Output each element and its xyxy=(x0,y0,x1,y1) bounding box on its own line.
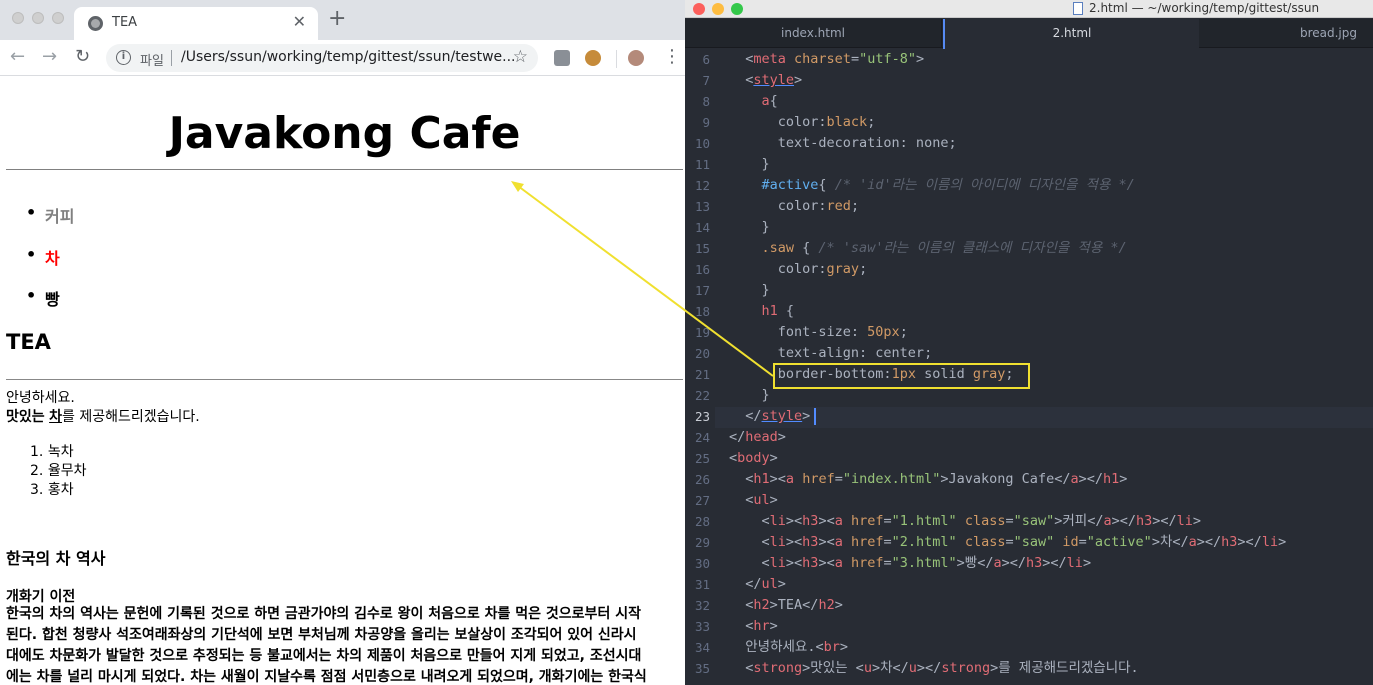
profile-avatar[interactable] xyxy=(628,50,644,66)
editor-zoom-button[interactable] xyxy=(731,3,743,15)
line-number: 29 xyxy=(694,535,710,550)
file-icon xyxy=(1073,2,1083,15)
text-cursor xyxy=(814,408,816,425)
bookmark-star-icon[interactable]: ☆ xyxy=(513,47,528,67)
tea-list-item: 2. 율무차 xyxy=(30,463,87,479)
line-number: 13 xyxy=(694,199,710,214)
section-divider xyxy=(6,379,683,380)
editor-close-button[interactable] xyxy=(693,3,705,15)
cookie-extension-icon[interactable] xyxy=(585,50,601,66)
line-number: 15 xyxy=(694,241,710,256)
line-number: 9 xyxy=(702,115,710,130)
web-page: Javakong Cafe 커피 차 빵 TEA 안녕하세요. 맛있는 차를 제… xyxy=(0,77,685,685)
tab-index-html[interactable]: index.html xyxy=(685,19,942,48)
line-number: 31 xyxy=(694,577,710,592)
omnibox-divider xyxy=(171,50,172,66)
editor-title-bar: 2.html — ~/working/temp/gittest/ssun xyxy=(685,0,1373,18)
address-bar[interactable]: i 파일 /Users/ssun/working/temp/gittest/ss… xyxy=(106,44,538,72)
zoom-window-button[interactable] xyxy=(52,12,64,24)
history-body: 한국의 차의 역사는 문헌에 기록된 것으로 하면 금관가야의 김수로 왕이 처… xyxy=(6,606,647,685)
line-number: 35 xyxy=(694,661,710,676)
line-number: 25 xyxy=(694,451,710,466)
editor-minimize-button[interactable] xyxy=(712,3,724,15)
offer-rest: 를 제공해드리겠습니다. xyxy=(61,409,200,425)
line-number: 18 xyxy=(694,304,710,319)
desktop: TEA ✕ + ← → ↻ i 파일 /Users/ssun/working/t… xyxy=(0,0,1373,685)
line-number: 34 xyxy=(694,640,710,655)
editor-window-title: 2.html — ~/working/temp/gittest/ssun xyxy=(1089,1,1320,15)
history-subtitle: 개화기 이전 xyxy=(6,589,76,605)
minimize-window-button[interactable] xyxy=(32,12,44,24)
offer-underline: 차 xyxy=(49,409,62,425)
history-title: 한국의 차 역사 xyxy=(6,549,106,568)
globe-icon xyxy=(88,16,103,31)
line-number: 7 xyxy=(702,73,710,88)
tea-list-item: 3. 홍차 xyxy=(30,482,74,498)
bread-link[interactable]: 빵 xyxy=(45,286,60,310)
home-link[interactable]: Javakong Cafe xyxy=(169,108,521,159)
section-title: TEA xyxy=(6,330,51,354)
url-text[interactable]: /Users/ssun/working/temp/gittest/ssun/te… xyxy=(181,49,516,65)
line-number: 32 xyxy=(694,598,710,613)
editor-window: 2.html — ~/working/temp/gittest/ssun ind… xyxy=(685,0,1373,685)
line-number: 17 xyxy=(694,283,710,298)
tab-2-html[interactable]: 2.html xyxy=(943,19,1199,49)
line-number: 30 xyxy=(694,556,710,571)
back-button[interactable]: ← xyxy=(10,46,25,67)
line-number: 16 xyxy=(694,262,710,277)
info-icon[interactable]: i xyxy=(116,50,131,65)
browser-tab[interactable]: TEA ✕ xyxy=(74,7,318,40)
line-number: 27 xyxy=(694,493,710,508)
browser-window: TEA ✕ + ← → ↻ i 파일 /Users/ssun/working/t… xyxy=(0,0,685,685)
line-number: 14 xyxy=(694,220,710,235)
line-number: 26 xyxy=(694,472,710,487)
forward-button[interactable]: → xyxy=(42,46,57,67)
page-heading: Javakong Cafe xyxy=(6,109,683,170)
tab-title: TEA xyxy=(112,15,138,30)
line-number-gutter: 6 7 8 9 10 11 12 13 14 15 16 17 18 19 20 21 22 23 24 25 26 27… xyxy=(685,49,715,685)
line-number: 8 xyxy=(702,94,710,109)
tab-bread-jpg[interactable]: bread.jpg xyxy=(1200,19,1373,48)
line-number: 12 xyxy=(694,178,710,193)
line-number: 23 xyxy=(694,409,710,424)
line-number: 6 xyxy=(702,52,710,67)
line-number: 21 xyxy=(694,367,710,382)
line-number: 28 xyxy=(694,514,710,529)
highlighted-code-box xyxy=(773,363,1030,389)
browser-toolbar: ← → ↻ i 파일 /Users/ssun/working/temp/gitt… xyxy=(0,40,685,76)
offer-text: 맛있는 차를 제공해드리겠습니다. xyxy=(6,406,200,426)
tab-close-button[interactable]: ✕ xyxy=(293,12,306,31)
new-tab-button[interactable]: + xyxy=(328,8,346,30)
extension-icon[interactable] xyxy=(554,50,570,66)
line-number: 20 xyxy=(694,346,710,361)
line-number: 11 xyxy=(694,157,710,172)
browser-tab-bar: TEA ✕ + xyxy=(0,0,685,40)
editor-tab-bar: index.html 2.html bread.jpg xyxy=(685,19,1373,49)
reload-button[interactable]: ↻ xyxy=(75,46,90,67)
greeting-text: 안녕하세요. xyxy=(6,390,75,406)
line-number: 19 xyxy=(694,325,710,340)
file-scheme-label: 파일 xyxy=(140,54,164,69)
line-number: 24 xyxy=(694,430,710,445)
tea-list-item: 1. 녹차 xyxy=(30,444,74,460)
line-number: 22 xyxy=(694,388,710,403)
tea-link[interactable]: 차 xyxy=(45,245,60,269)
coffee-link[interactable]: 커피 xyxy=(45,203,74,227)
toolbar-divider xyxy=(616,50,617,68)
line-number: 10 xyxy=(694,136,710,151)
close-window-button[interactable] xyxy=(12,12,24,24)
offer-strong: 맛있는 xyxy=(6,409,45,425)
browser-menu-button[interactable]: ⋮ xyxy=(663,46,681,67)
line-number: 33 xyxy=(694,619,710,634)
